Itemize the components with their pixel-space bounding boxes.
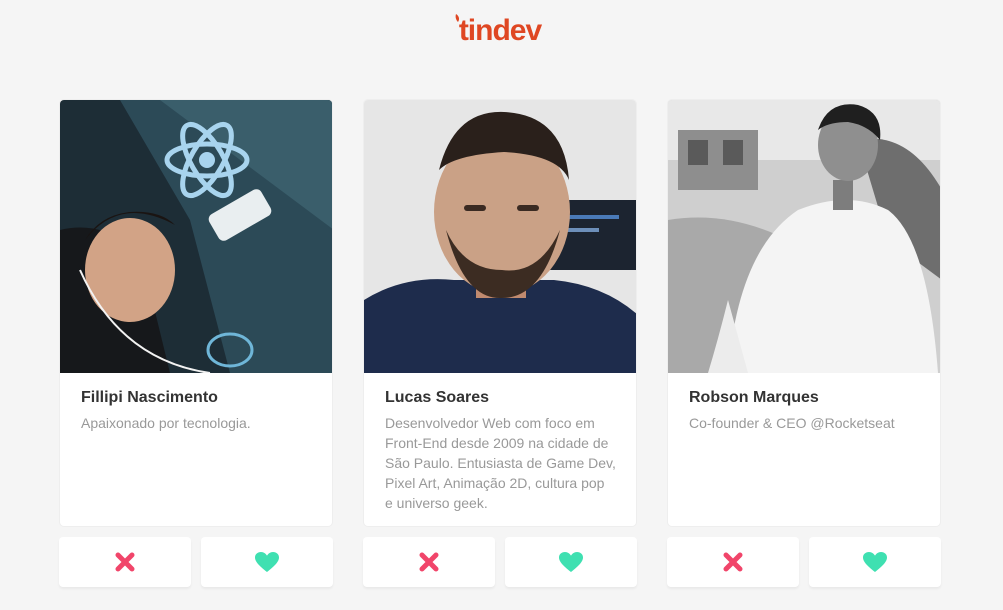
like-button[interactable] xyxy=(505,537,637,587)
dev-card-column: Fillipi Nascimento Apaixonado por tecnol… xyxy=(59,99,333,587)
avatar xyxy=(364,100,636,373)
dislike-button[interactable] xyxy=(363,537,495,587)
dev-bio: Apaixonado por tecnologia. xyxy=(81,415,251,431)
dev-card: Lucas Soares Desenvolvedor Web com foco … xyxy=(363,99,637,527)
dislike-button[interactable] xyxy=(667,537,799,587)
card-actions xyxy=(667,537,941,587)
dev-card-column: Robson Marques Co-founder & CEO @Rockets… xyxy=(667,99,941,587)
tindev-logo: tindev xyxy=(455,14,543,46)
dev-list: Fillipi Nascimento Apaixonado por tecnol… xyxy=(59,99,941,587)
dev-card: Fillipi Nascimento Apaixonado por tecnol… xyxy=(59,99,333,527)
dev-name: Fillipi Nascimento xyxy=(81,389,218,406)
dev-bio: Co-founder & CEO @Rocketseat xyxy=(689,415,895,431)
dev-card-column: Lucas Soares Desenvolvedor Web com foco … xyxy=(363,99,637,587)
card-actions xyxy=(363,537,637,587)
logo-text: tindev xyxy=(459,14,543,46)
heart-icon xyxy=(255,552,279,572)
close-icon xyxy=(723,552,743,572)
avatar xyxy=(60,100,332,373)
card-actions xyxy=(59,537,333,587)
heart-icon xyxy=(559,552,583,572)
dev-name: Lucas Soares xyxy=(385,389,490,406)
dislike-button[interactable] xyxy=(59,537,191,587)
like-button[interactable] xyxy=(201,537,333,587)
dev-bio: Desenvolvedor Web com foco em Front-End … xyxy=(385,415,616,511)
heart-icon xyxy=(863,552,887,572)
close-icon xyxy=(115,552,135,572)
avatar xyxy=(668,100,940,373)
close-icon xyxy=(419,552,439,572)
dev-name: Robson Marques xyxy=(689,389,819,406)
like-button[interactable] xyxy=(809,537,941,587)
dev-card: Robson Marques Co-founder & CEO @Rockets… xyxy=(667,99,941,527)
